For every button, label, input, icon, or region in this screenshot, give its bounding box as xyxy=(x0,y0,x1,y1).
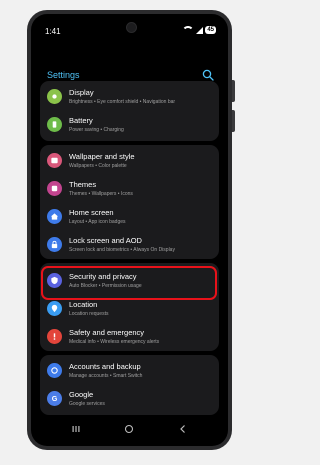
navigation-bar xyxy=(31,422,228,436)
settings-item-safety[interactable]: Safety and emergency Medical info • Wire… xyxy=(40,323,219,351)
item-label: Themes xyxy=(69,180,97,189)
settings-item-home-screen[interactable]: Home screen Layout • App icon badges xyxy=(40,203,219,231)
item-label: Home screen xyxy=(69,208,114,217)
back-icon[interactable] xyxy=(176,422,190,436)
item-label: Location xyxy=(69,300,98,309)
item-label: Safety and emergency xyxy=(69,328,145,337)
settings-item-battery[interactable]: Battery Power saving • Charging xyxy=(40,111,219,139)
alert-icon xyxy=(47,329,62,344)
item-sublabel: Wallpapers • Color palette xyxy=(69,163,127,169)
item-label: Wallpaper and style xyxy=(69,152,135,161)
google-icon: G xyxy=(47,391,62,406)
item-sublabel: Medical info • Wireless emergency alerts xyxy=(69,339,160,345)
settings-item-accounts-backup[interactable]: Accounts and backup Manage accounts • Sm… xyxy=(40,357,219,385)
item-sublabel: Brightness • Eye comfort shield • Naviga… xyxy=(69,99,176,105)
settings-group-personalization: Wallpaper and style Wallpapers • Color p… xyxy=(40,145,219,259)
sync-icon xyxy=(47,363,62,378)
lock-icon xyxy=(47,237,62,252)
settings-item-google[interactable]: G Google Google services xyxy=(40,385,219,413)
settings-item-display[interactable]: Display Brightness • Eye comfort shield … xyxy=(40,83,219,111)
screen: 1:41 45 Settings Display Brightness • Ey… xyxy=(31,14,228,446)
status-bar: 1:41 45 xyxy=(45,26,216,38)
signal-icon xyxy=(196,26,204,34)
battery-level: 45 xyxy=(205,26,216,34)
themes-icon xyxy=(47,181,62,196)
search-icon[interactable] xyxy=(202,69,214,81)
item-sublabel: Layout • App icon badges xyxy=(69,219,126,225)
volume-button xyxy=(232,80,235,102)
item-label: Accounts and backup xyxy=(69,362,141,371)
settings-item-themes[interactable]: Themes Themes • Wallpapers • Icons xyxy=(40,175,219,203)
svg-text:G: G xyxy=(52,394,58,403)
item-label: Google xyxy=(69,390,94,399)
item-sublabel: Manage accounts • Smart Switch xyxy=(69,373,143,379)
item-sublabel: Power saving • Charging xyxy=(69,127,124,133)
image-icon xyxy=(47,153,62,168)
highlight-frame xyxy=(41,266,217,300)
item-label: Battery xyxy=(69,116,93,125)
recents-icon[interactable] xyxy=(69,422,83,436)
sun-icon xyxy=(47,89,62,104)
settings-group-accounts: Accounts and backup Manage accounts • Sm… xyxy=(40,355,219,415)
item-label: Display xyxy=(69,88,94,97)
status-time: 1:41 xyxy=(45,27,61,36)
page-title: Settings xyxy=(47,70,80,80)
battery-icon xyxy=(47,117,62,132)
item-sublabel: Screen lock and biometrics • Always On D… xyxy=(69,247,175,253)
item-sublabel: Location requests xyxy=(69,311,109,317)
settings-item-wallpaper[interactable]: Wallpaper and style Wallpapers • Color p… xyxy=(40,147,219,175)
location-icon xyxy=(47,301,62,316)
item-sublabel: Themes • Wallpapers • Icons xyxy=(69,191,133,197)
item-label: Lock screen and AOD xyxy=(69,236,142,245)
settings-item-lock-screen[interactable]: Lock screen and AOD Screen lock and biom… xyxy=(40,231,219,259)
power-button xyxy=(232,110,235,132)
settings-group-device: Display Brightness • Eye comfort shield … xyxy=(40,81,219,141)
item-sublabel: Google services xyxy=(69,401,105,407)
home-button-icon[interactable] xyxy=(122,422,136,436)
wifi-icon xyxy=(182,26,195,34)
home-icon xyxy=(47,209,62,224)
